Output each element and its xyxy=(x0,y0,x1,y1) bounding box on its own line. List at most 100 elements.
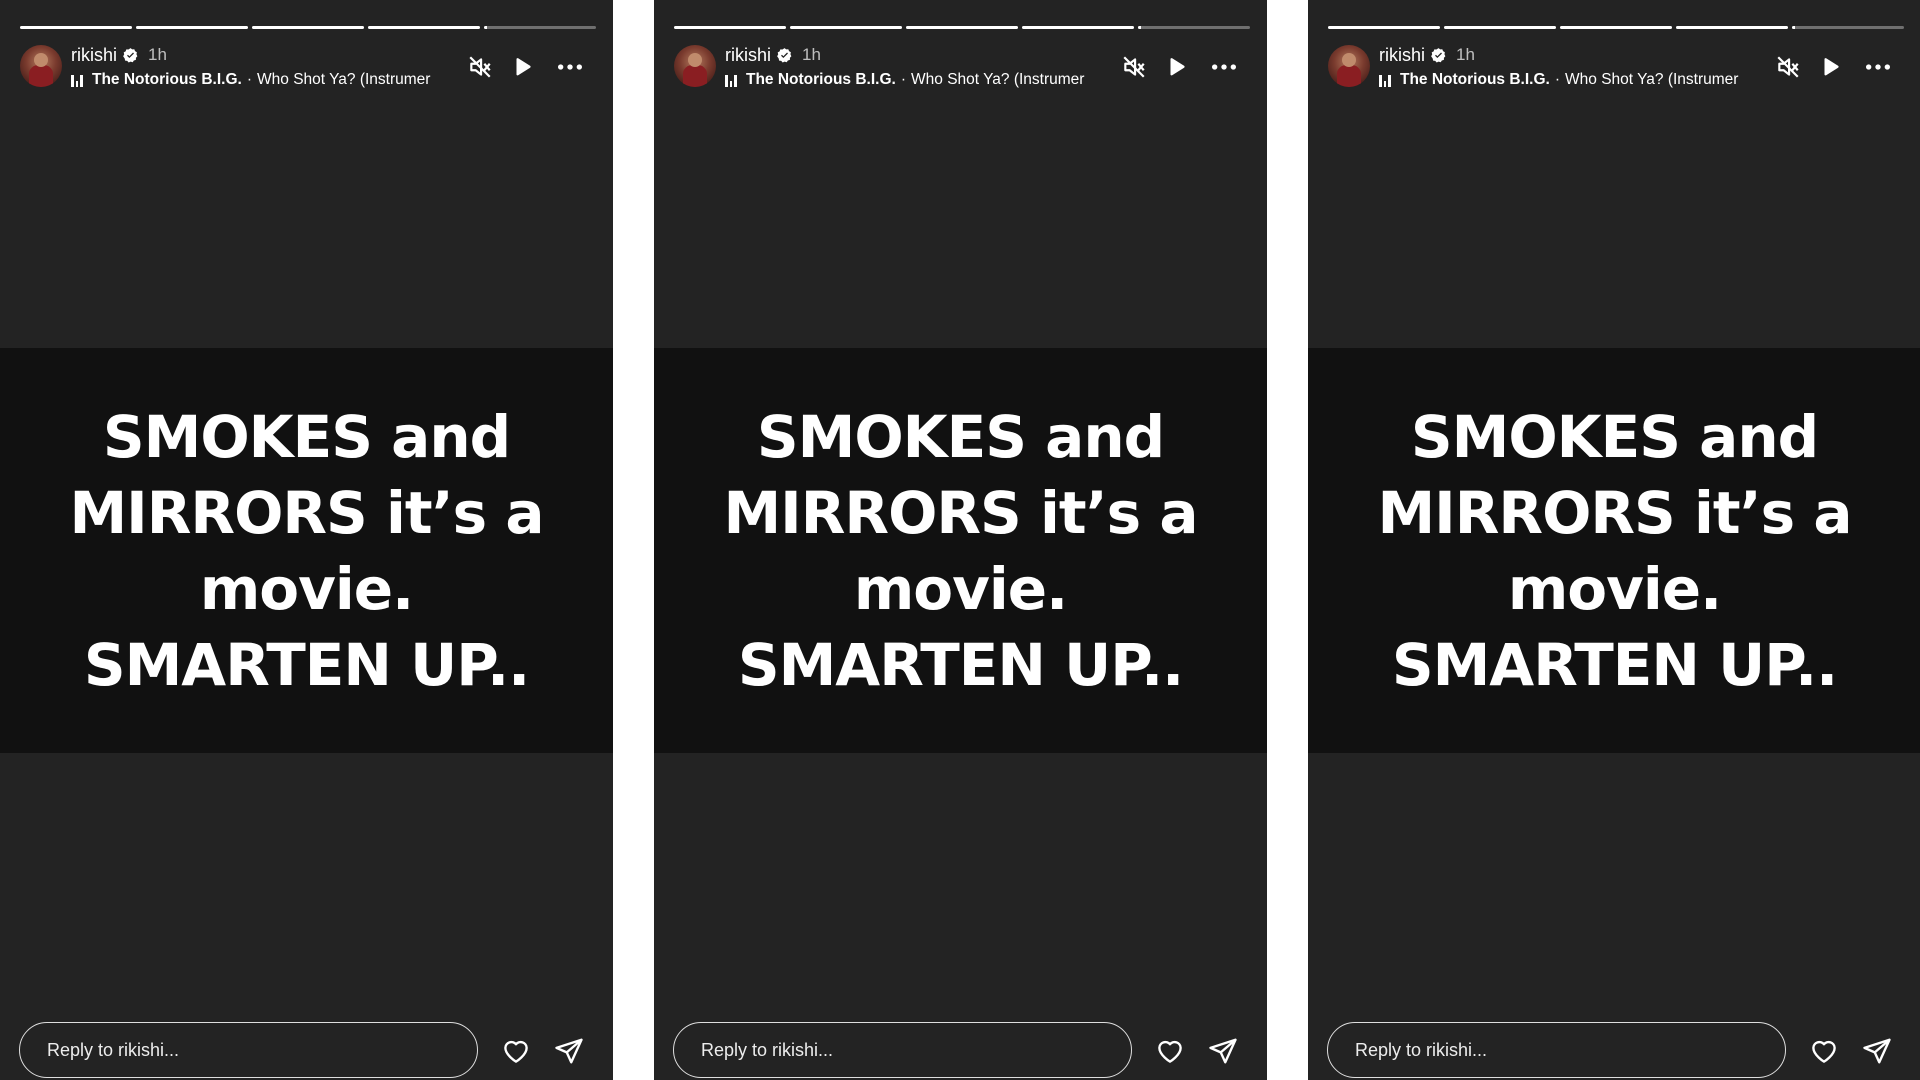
story-text-line: movie. xyxy=(853,554,1068,623)
progress-segment xyxy=(790,26,902,29)
stories-viewer: rikishi 1h The Notorious B.I.G. · Who Sh… xyxy=(0,0,1920,1080)
more-options-icon xyxy=(1211,64,1237,70)
mute-button[interactable] xyxy=(1119,52,1149,82)
share-button[interactable] xyxy=(553,1035,585,1067)
music-artist: The Notorious B.I.G. xyxy=(92,71,242,88)
speaker-muted-icon xyxy=(1123,56,1145,78)
story-header: rikishi 1h The Notorious B.I.G. · Who Sh… xyxy=(725,43,1105,91)
progress-segment xyxy=(674,26,786,29)
progress-segment xyxy=(484,26,596,29)
more-options-icon xyxy=(557,64,583,70)
story-progress-bar xyxy=(20,26,596,29)
music-artist: The Notorious B.I.G. xyxy=(1400,71,1550,88)
play-icon xyxy=(1824,58,1839,76)
story-text-line: movie. xyxy=(199,554,414,623)
music-separator: · xyxy=(900,71,907,88)
reply-input[interactable]: Reply to rikishi... xyxy=(673,1022,1132,1078)
story-text-line: SMARTEN UP.. xyxy=(1391,630,1838,699)
reply-input[interactable]: Reply to rikishi... xyxy=(19,1022,478,1078)
avatar[interactable] xyxy=(1328,45,1370,87)
username[interactable]: rikishi xyxy=(71,45,117,66)
speaker-muted-icon xyxy=(469,56,491,78)
heart-icon xyxy=(504,1040,528,1063)
story-progress-bar xyxy=(674,26,1250,29)
send-icon xyxy=(555,1038,583,1064)
story-text-line: SMOKES and xyxy=(756,402,1165,471)
progress-segment xyxy=(252,26,364,29)
heart-icon xyxy=(1812,1040,1836,1063)
play-icon xyxy=(516,58,531,76)
story-text-card: SMOKES and MIRRORS it’s a movie. SMARTEN… xyxy=(0,348,613,753)
audio-bars-icon xyxy=(725,74,739,87)
play-button[interactable] xyxy=(507,52,537,82)
username[interactable]: rikishi xyxy=(725,45,771,66)
story-text-line: SMOKES and xyxy=(1410,402,1819,471)
music-separator: · xyxy=(246,71,253,88)
mute-button[interactable] xyxy=(1773,52,1803,82)
play-button[interactable] xyxy=(1161,52,1191,82)
music-track: Who Shot Ya? (Instrumer xyxy=(257,71,431,88)
more-options-button[interactable] xyxy=(555,52,585,82)
progress-segment xyxy=(368,26,480,29)
share-button[interactable] xyxy=(1861,1035,1893,1067)
story-text-line: MIRRORS it’s a xyxy=(723,478,1198,547)
more-options-button[interactable] xyxy=(1209,52,1239,82)
story-text-line: MIRRORS it’s a xyxy=(69,478,544,547)
music-info[interactable]: The Notorious B.I.G. · Who Shot Ya? (Ins… xyxy=(1379,69,1759,91)
avatar[interactable] xyxy=(20,45,62,87)
story-text-line: SMARTEN UP.. xyxy=(737,630,1184,699)
story-panel[interactable]: rikishi 1h The Notorious B.I.G. · Who Sh… xyxy=(0,0,613,1080)
reply-input[interactable]: Reply to rikishi... xyxy=(1327,1022,1786,1078)
play-button[interactable] xyxy=(1815,52,1845,82)
music-info[interactable]: The Notorious B.I.G. · Who Shot Ya? (Ins… xyxy=(725,69,1105,91)
send-icon xyxy=(1209,1038,1237,1064)
reply-placeholder: Reply to rikishi... xyxy=(1355,1039,1488,1060)
story-text-line: SMARTEN UP.. xyxy=(83,630,530,699)
music-info[interactable]: The Notorious B.I.G. · Who Shot Ya? (Ins… xyxy=(71,69,451,91)
story-header: rikishi 1h The Notorious B.I.G. · Who Sh… xyxy=(71,43,451,91)
story-controls xyxy=(1773,52,1893,82)
verified-badge-icon xyxy=(1431,47,1446,62)
progress-segment xyxy=(1792,26,1904,29)
story-header: rikishi 1h The Notorious B.I.G. · Who Sh… xyxy=(1379,43,1759,91)
post-time: 1h xyxy=(148,45,167,64)
story-controls xyxy=(465,52,585,82)
post-time: 1h xyxy=(802,45,821,64)
like-button[interactable] xyxy=(1154,1035,1186,1067)
heart-icon xyxy=(1158,1040,1182,1063)
progress-segment xyxy=(1444,26,1556,29)
music-separator: · xyxy=(1554,71,1561,88)
more-options-icon xyxy=(1865,64,1891,70)
story-text-line: movie. xyxy=(1507,554,1722,623)
username[interactable]: rikishi xyxy=(1379,45,1425,66)
verified-badge-icon xyxy=(777,47,792,62)
reply-placeholder: Reply to rikishi... xyxy=(701,1039,834,1060)
story-text-line: SMOKES and xyxy=(102,402,511,471)
story-panel[interactable]: rikishi 1h The Notorious B.I.G. · Who Sh… xyxy=(1308,0,1920,1080)
progress-segment xyxy=(906,26,1018,29)
play-icon xyxy=(1170,58,1185,76)
mute-button[interactable] xyxy=(465,52,495,82)
music-track: Who Shot Ya? (Instrumer xyxy=(911,71,1085,88)
story-progress-bar xyxy=(1328,26,1904,29)
progress-segment xyxy=(1138,26,1250,29)
post-time: 1h xyxy=(1456,45,1475,64)
story-text-line: MIRRORS it’s a xyxy=(1377,478,1852,547)
progress-segment xyxy=(1328,26,1440,29)
music-artist: The Notorious B.I.G. xyxy=(746,71,896,88)
story-text-card: SMOKES and MIRRORS it’s a movie. SMARTEN… xyxy=(1308,348,1920,753)
more-options-button[interactable] xyxy=(1863,52,1893,82)
music-track: Who Shot Ya? (Instrumer xyxy=(1565,71,1739,88)
audio-bars-icon xyxy=(1379,74,1393,87)
like-button[interactable] xyxy=(1808,1035,1840,1067)
story-controls xyxy=(1119,52,1239,82)
verified-badge-icon xyxy=(123,47,138,62)
progress-segment xyxy=(136,26,248,29)
audio-bars-icon xyxy=(71,74,85,87)
progress-segment xyxy=(20,26,132,29)
story-text-card: SMOKES and MIRRORS it’s a movie. SMARTEN… xyxy=(654,348,1267,753)
avatar[interactable] xyxy=(674,45,716,87)
share-button[interactable] xyxy=(1207,1035,1239,1067)
story-panel[interactable]: rikishi 1h The Notorious B.I.G. · Who Sh… xyxy=(654,0,1267,1080)
like-button[interactable] xyxy=(500,1035,532,1067)
